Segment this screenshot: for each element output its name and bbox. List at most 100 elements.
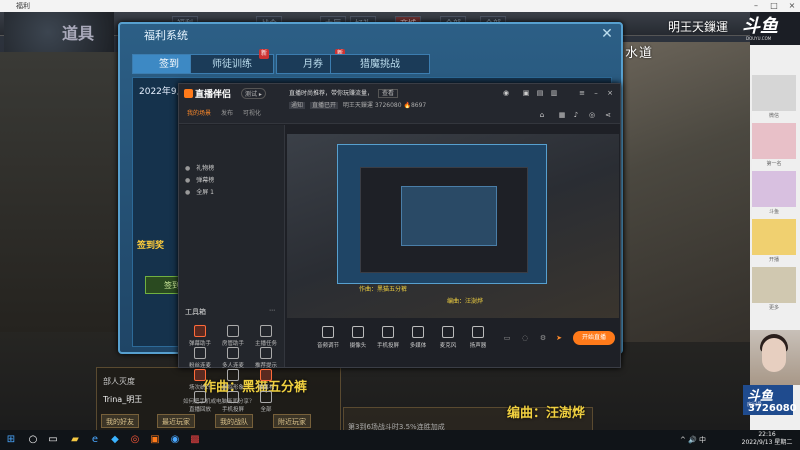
rank-item[interactable]: 微信	[752, 75, 796, 119]
bag-icon[interactable]: ▥	[549, 88, 559, 98]
welfare-close-icon[interactable]: ✕	[599, 26, 615, 42]
rank-label: 斗鱼	[768, 209, 779, 215]
tool-item[interactable]: 房管助手	[218, 325, 248, 347]
source-item[interactable]: ● 全屏 1	[185, 187, 214, 196]
share-hint[interactable]: 如何把手机或电脑画面分享？	[183, 397, 255, 405]
minimize-icon[interactable]: –	[748, 0, 764, 12]
window-title: 福利	[16, 2, 30, 10]
browser-icon[interactable]: e	[88, 433, 102, 447]
chat-icon[interactable]: ▤	[535, 88, 545, 98]
minimize-icon[interactable]: –	[591, 88, 601, 98]
game-icon[interactable]: ▩	[188, 433, 202, 447]
tool-item[interactable]: 全部	[251, 391, 281, 413]
file-explorer-icon[interactable]: ▰	[68, 433, 82, 447]
eye-toggle-icon[interactable]: ◌	[521, 334, 529, 342]
record-icon[interactable]: ▭	[503, 334, 511, 342]
windows-start-icon[interactable]: ⊞	[4, 433, 18, 447]
tool-item[interactable]: 场次统计	[185, 369, 215, 391]
chrome-icon[interactable]: ◎	[128, 433, 142, 447]
pointer-icon: ➤	[556, 334, 562, 342]
notice-view-button[interactable]: 查看	[377, 89, 398, 98]
gift-icon[interactable]: ▣	[521, 88, 531, 98]
eye-icon[interactable]: ●	[185, 165, 190, 172]
rank-thumbnail	[752, 171, 796, 207]
eye-icon[interactable]: ●	[185, 177, 190, 184]
eye-icon[interactable]: ●	[185, 189, 190, 196]
tab-demon-hunt[interactable]: 猎魔挑战	[330, 54, 430, 74]
microphone-button[interactable]: 麦克风	[435, 326, 461, 349]
box-icon[interactable]: ▦	[557, 110, 567, 120]
source-item[interactable]: ● 弹幕榜	[185, 175, 214, 184]
tool-icon	[227, 347, 239, 359]
tab-publish[interactable]: 发布	[221, 110, 233, 117]
streamer-name: 明王天鏁運	[668, 20, 729, 34]
tool-label: 全部	[260, 407, 272, 413]
audio-adjust-button[interactable]: 音频调节	[315, 326, 341, 349]
app-logo-icon	[184, 89, 193, 98]
player-name: Trina_明王	[103, 395, 143, 404]
live-assistant-icon[interactable]: ▣	[148, 433, 162, 447]
tool-item[interactable]: 推荐提示	[251, 347, 281, 369]
info-icon[interactable]: ◎	[587, 110, 597, 120]
tab-mentor-training[interactable]: 师徒训练 新	[190, 49, 274, 74]
camera-button[interactable]: 摄像头	[345, 326, 371, 349]
clock-date: 2022/9/13 星期二	[741, 439, 793, 446]
app-icon[interactable]: ◉	[168, 433, 182, 447]
system-tray[interactable]: ^ 🔊 中	[680, 435, 706, 445]
preview-composer-credit: 作曲：黑猫五分裤	[359, 286, 408, 293]
followers-count: 8697	[410, 102, 427, 109]
phone-cast-icon	[382, 326, 394, 338]
tool-item[interactable]: 弹幕助手	[185, 325, 215, 347]
bar-label: 音频调节	[316, 343, 339, 349]
bar-label: 麦克风	[439, 343, 457, 349]
tool-item[interactable]: 粉丝连麦	[185, 347, 215, 369]
version-badge[interactable]: 测试 ▸	[241, 88, 266, 99]
clock[interactable]: 22:16 2022/9/13 星期二	[736, 431, 798, 447]
task-view-icon[interactable]: ▭	[46, 433, 60, 447]
toolbox-more-icon[interactable]: ⋯	[269, 307, 275, 314]
media-icon	[412, 326, 424, 338]
side-tabs: 我的场景 发布 可视化	[187, 108, 269, 117]
shop-icon[interactable]: ⌂	[537, 110, 547, 120]
rank-item[interactable]: 更多	[752, 267, 796, 311]
app-icon[interactable]: ◆	[108, 433, 122, 447]
speaker-button[interactable]: 扬声器	[465, 326, 491, 349]
recent-players-tab[interactable]: 最近玩家	[157, 414, 195, 428]
rank-item[interactable]: 第一名	[752, 123, 796, 167]
rank-label: 第一名	[766, 161, 782, 167]
tab-my-scenes[interactable]: 我的场景	[187, 110, 211, 117]
tool-icon	[260, 325, 272, 337]
menu-icon[interactable]: ≡	[577, 88, 587, 98]
rank-item[interactable]: 斗鱼	[752, 171, 796, 215]
stream-preview: 作曲：黑猫五分裤 编曲：汪澍烨	[287, 134, 619, 318]
maximize-icon[interactable]: □	[766, 0, 782, 12]
tool-item[interactable]: 弹幕礼	[251, 369, 281, 391]
tool-icon	[194, 325, 206, 337]
share-icon[interactable]: ⋖	[603, 110, 613, 120]
phone-cast-button[interactable]: 手机投屏	[375, 326, 401, 349]
tab-visual[interactable]: 可视化	[243, 110, 261, 117]
avatar-icon[interactable]: ◉	[501, 88, 511, 98]
rank-label: 微信	[768, 113, 779, 119]
media-button[interactable]: 多媒体	[405, 326, 431, 349]
friends-tab[interactable]: 我的好友	[101, 414, 139, 428]
room-status: 直播已开	[309, 102, 338, 109]
tool-item[interactable]: 多人连麦	[218, 347, 248, 369]
rank-thumbnail	[752, 267, 796, 303]
nearby-players-tab[interactable]: 附近玩家	[273, 414, 311, 428]
source-item[interactable]: ● 礼物榜	[185, 163, 214, 172]
rank-thumbnail	[752, 123, 796, 159]
search-icon[interactable]: ○	[26, 433, 40, 447]
settings-icon[interactable]: ⚙	[539, 334, 547, 342]
tool-item[interactable]: 虚拟形象	[218, 369, 248, 391]
tool-icon	[227, 325, 239, 337]
close-icon[interactable]: ×	[605, 88, 615, 98]
rank-item[interactable]: 开播	[752, 219, 796, 263]
bell-icon[interactable]: ♪	[571, 110, 581, 120]
tool-label: 直播回放	[188, 407, 211, 413]
close-icon[interactable]: ×	[784, 0, 800, 12]
tool-item[interactable]: 主播任务	[251, 325, 281, 347]
team-tab[interactable]: 我的战队	[215, 414, 253, 428]
start-live-button[interactable]: 开始直播	[573, 331, 615, 345]
douyu-url: DOUYU.COM	[746, 36, 772, 41]
